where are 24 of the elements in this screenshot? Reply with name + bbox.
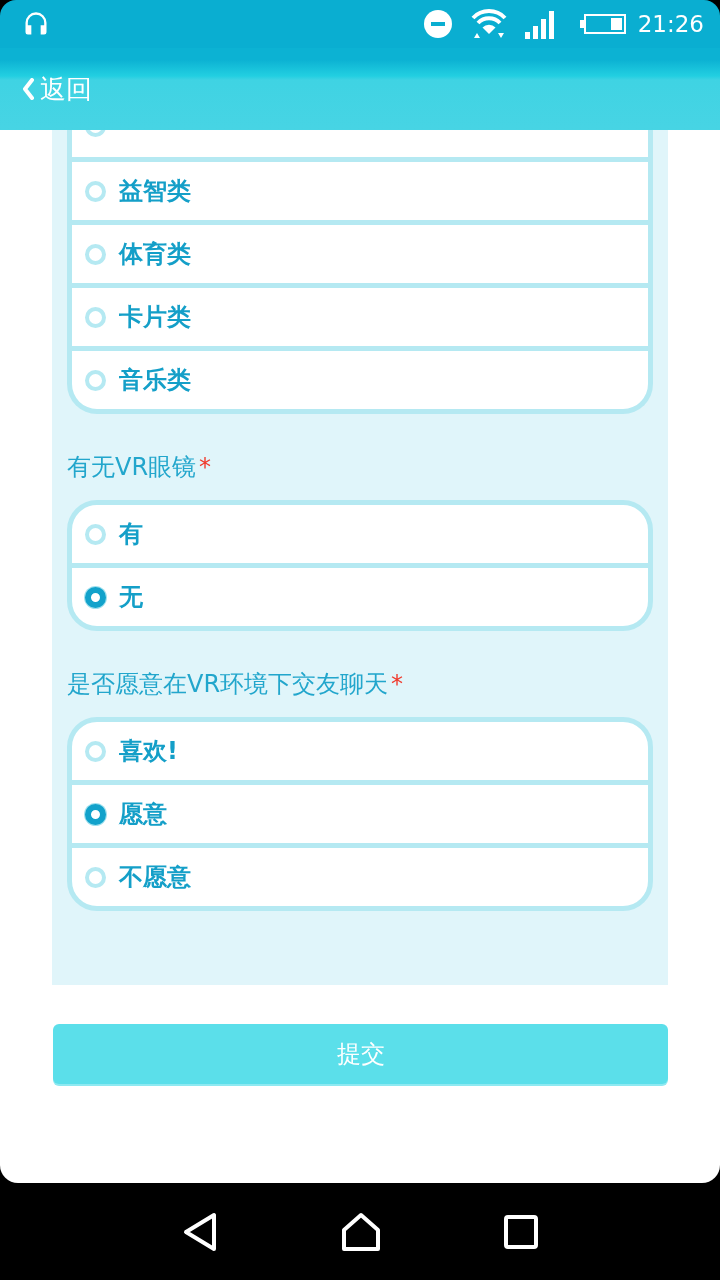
back-button[interactable]: 返回 — [22, 74, 92, 104]
radio-option[interactable]: 卡片类 — [72, 283, 648, 346]
chevron-left-icon — [22, 78, 34, 100]
radio-option[interactable]: 喜欢! — [72, 722, 648, 780]
radio-option[interactable]: 无 — [72, 563, 648, 626]
battery-icon — [579, 14, 626, 34]
signal-icon — [523, 9, 554, 39]
radio-option[interactable]: 音乐类 — [72, 346, 648, 409]
required-mark: * — [391, 669, 404, 699]
wifi-icon — [469, 9, 508, 39]
radio-option[interactable]: 益智类 — [72, 157, 648, 220]
back-icon[interactable] — [181, 1211, 218, 1252]
home-icon[interactable] — [341, 1211, 381, 1252]
radio-option[interactable]: 愿意 — [72, 780, 648, 843]
radio-option[interactable]: 不愿意 — [72, 843, 648, 906]
question-label: 有无VR眼镜 — [67, 452, 197, 482]
radio-option[interactable]: 体育类 — [72, 220, 648, 283]
do-not-disturb-icon — [423, 10, 452, 38]
submit-button[interactable]: 提交 — [53, 1024, 668, 1084]
required-mark: * — [199, 452, 212, 482]
question-label: 是否愿意在VR环境下交友聊天 — [67, 669, 389, 699]
status-time: 21:26 — [637, 11, 704, 37]
recents-icon[interactable] — [504, 1214, 539, 1249]
radio-option[interactable]: 有 — [72, 505, 648, 563]
